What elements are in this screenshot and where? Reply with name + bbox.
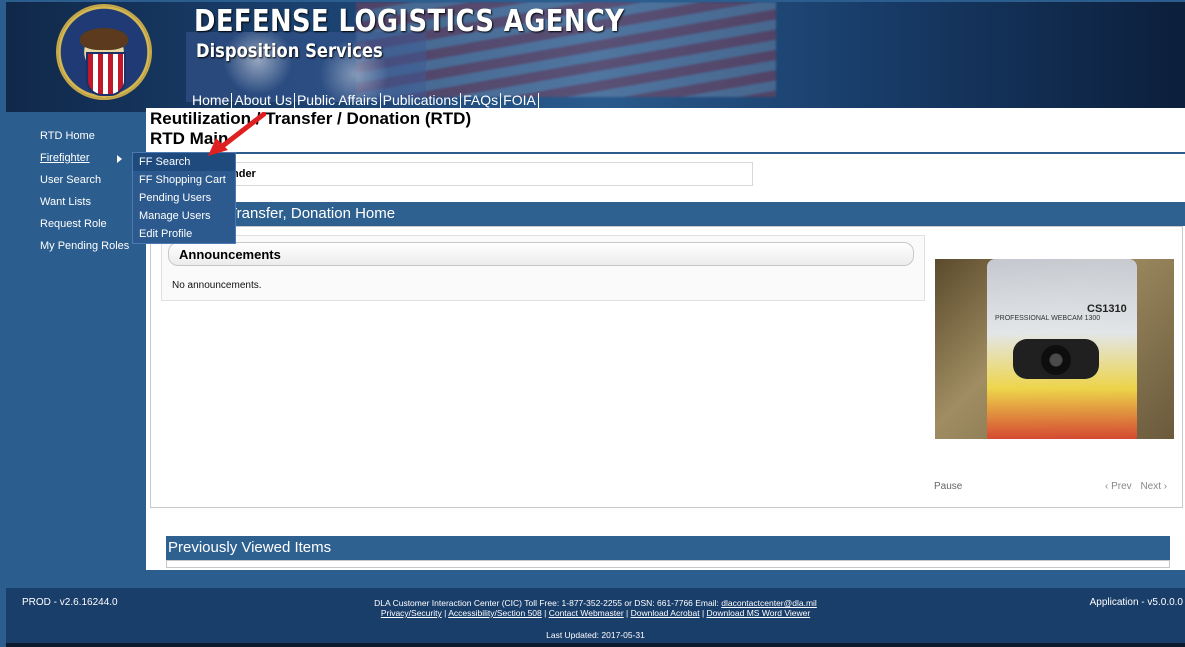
announcements-title: Announcements (168, 242, 914, 266)
last-updated: Last Updated: 2017-05-31 (546, 630, 645, 640)
announcements-body: No announcements. (172, 280, 262, 291)
bottom-border (6, 643, 1185, 647)
menu-item-manage-users[interactable]: Manage Users (133, 207, 235, 225)
previously-viewed-header: Previously Viewed Items (166, 536, 1170, 560)
submenu-arrow-icon (117, 155, 122, 163)
webcam-lens (1041, 345, 1071, 375)
contact-line: DLA Customer Interaction Center (CIC) To… (6, 598, 1185, 608)
sidebar-item-my-pending-roles[interactable]: My Pending Roles (40, 238, 129, 260)
site-title: DEFENSE LOGISTICS AGENCY (194, 4, 625, 39)
link-accessibility[interactable]: Accessibility/Section 508 (448, 608, 542, 618)
page-title: Reutilization / Transfer / Donation (RTD… (150, 109, 472, 128)
previously-viewed-body (166, 560, 1170, 568)
sidebar-item-request-role[interactable]: Request Role (40, 216, 129, 238)
slideshow-controls: ‹ Prev Next › (1099, 481, 1167, 492)
sidebar-item-want-lists[interactable]: Want Lists (40, 194, 129, 216)
site-footer: PROD - v2.6.16244.0 Application - v5.0.0… (6, 588, 1185, 647)
photo-product-label: PROFESSIONAL WEBCAM 1300 (995, 315, 1101, 322)
section-header: , Transfer, Donation Home (150, 202, 1185, 226)
announcements-box: Announcements No announcements. (161, 235, 925, 301)
menu-item-pending-users[interactable]: Pending Users (133, 189, 235, 207)
link-download-word-viewer[interactable]: Download MS Word Viewer (707, 608, 811, 618)
main-content: Reutilization / Transfer / Donation (RTD… (146, 108, 1185, 570)
red-pointer-arrow-icon (208, 112, 266, 156)
featured-item-photo[interactable]: PROFESSIONAL WEBCAM 1300 CS1310 (935, 259, 1174, 439)
prev-button[interactable]: ‹ Prev (1105, 481, 1132, 492)
title-divider (146, 152, 1185, 154)
link-contact-webmaster[interactable]: Contact Webmaster (549, 608, 624, 618)
firefighter-flyout-menu: FF Search FF Shopping Cart Pending Users… (132, 152, 236, 244)
home-panel: Announcements No announcements. PROFESSI… (150, 226, 1183, 508)
link-download-acrobat[interactable]: Download Acrobat (631, 608, 700, 618)
sidebar-item-rtd-home[interactable]: RTD Home (40, 128, 129, 150)
menu-item-ff-shopping-cart[interactable]: FF Shopping Cart (133, 171, 235, 189)
seal-eagle-icon (80, 28, 128, 50)
footer-links: Privacy/Security | Accessibility/Section… (380, 608, 811, 618)
next-button[interactable]: Next › (1140, 481, 1167, 492)
top-nav: Home About Us Public Affairs Publication… (190, 93, 539, 108)
sidebar-item-user-search[interactable]: User Search (40, 172, 129, 194)
seal-shield-icon (86, 52, 126, 96)
nav-foia[interactable]: FOIA (501, 93, 539, 108)
nav-home[interactable]: Home (190, 93, 233, 108)
nav-about-us[interactable]: About Us (232, 93, 295, 108)
nav-faqs[interactable]: FAQs (461, 93, 502, 108)
site-header: DEFENSE LOGISTICS AGENCY Disposition Ser… (6, 2, 1185, 112)
site-subtitle: Disposition Services (196, 40, 383, 62)
link-privacy-security[interactable]: Privacy/Security (381, 608, 442, 618)
sidebar-item-firefighter[interactable]: Firefighter (40, 150, 129, 172)
pause-button[interactable]: Pause (934, 481, 962, 492)
left-nav: RTD Home Firefighter User Search Want Li… (40, 128, 129, 260)
nav-publications[interactable]: Publications (381, 93, 462, 108)
nav-public-affairs[interactable]: Public Affairs (295, 93, 381, 108)
menu-item-edit-profile[interactable]: Edit Profile (133, 225, 235, 243)
tab-box[interactable]: nder (226, 162, 753, 186)
contact-text: DLA Customer Interaction Center (CIC) To… (374, 598, 722, 608)
contact-email-link[interactable]: dlacontactcenter@dla.mil (721, 598, 817, 608)
photo-model-label: CS1310 (1087, 303, 1127, 315)
